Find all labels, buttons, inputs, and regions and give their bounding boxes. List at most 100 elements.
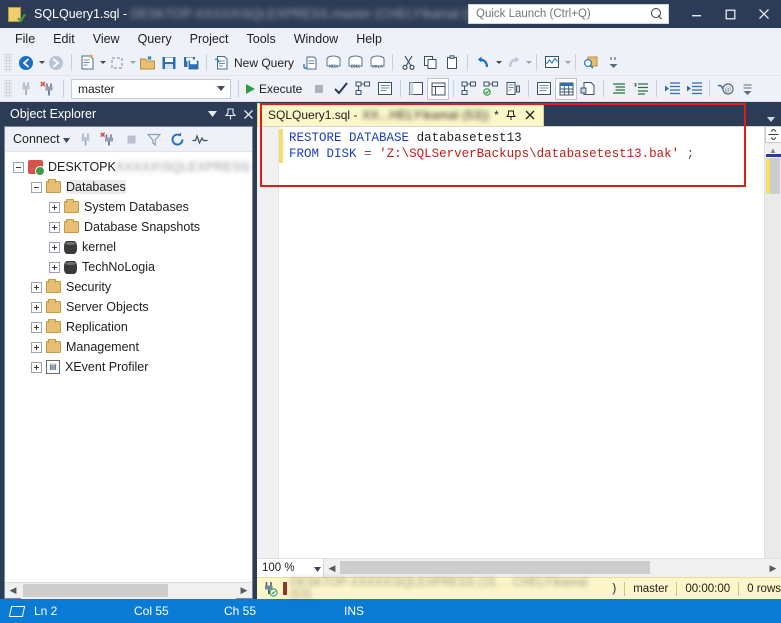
specify-values-icon[interactable]: @ [714, 78, 736, 100]
collapse-toggle-icon[interactable] [31, 181, 42, 193]
include-actual-plan-icon[interactable] [480, 78, 502, 100]
toolbar-grip[interactable] [4, 79, 12, 98]
expand-toggle-icon[interactable] [49, 221, 60, 233]
include-live-query-stats-icon[interactable] [458, 78, 480, 100]
tree-node-security[interactable]: Security [5, 277, 252, 297]
toolbar-grip[interactable] [4, 53, 12, 72]
copy-icon[interactable] [419, 52, 441, 74]
split-editor-icon[interactable] [764, 126, 781, 143]
expand-toggle-icon[interactable] [49, 241, 60, 253]
uncomment-lines-icon[interactable] [630, 78, 652, 100]
scrollbar-thumb[interactable] [23, 583, 168, 597]
object-explorer-tree[interactable]: DESKTOPKXXXXX\SQLEXPRESS (SQL Server Dat… [5, 152, 252, 582]
actual-execution-plan-icon[interactable] [405, 78, 427, 100]
query-connection-icon[interactable] [300, 52, 322, 74]
scroll-right-icon[interactable]: ▶ [765, 560, 781, 576]
tree-node-database-snapshots[interactable]: Database Snapshots [5, 217, 252, 237]
dmx-query-icon[interactable]: DMX [344, 52, 366, 74]
scrollbar-track[interactable] [21, 582, 236, 599]
tree-node-server[interactable]: DESKTOPKXXXXX\SQLEXPRESS (SQL Server [5, 157, 252, 177]
results-to-grid-icon[interactable] [555, 77, 578, 100]
tree-node-replication[interactable]: Replication [5, 317, 252, 337]
redo-dropdown-icon[interactable] [526, 61, 533, 64]
results-to-text-icon[interactable] [533, 78, 555, 100]
close-icon[interactable] [239, 104, 257, 124]
close-icon[interactable] [523, 107, 537, 123]
increase-indent-icon[interactable] [683, 78, 705, 100]
mdx-query-icon[interactable]: MDX [322, 52, 344, 74]
scrollbar-track[interactable] [764, 154, 781, 558]
menu-edit[interactable]: Edit [44, 30, 84, 48]
tree-node-kernel[interactable]: kernel [5, 237, 252, 257]
disconnect-icon[interactable] [37, 78, 59, 100]
results-to-file-icon[interactable] [577, 78, 599, 100]
chevron-down-icon[interactable] [62, 132, 70, 146]
toolbar-overflow-icon[interactable] [736, 78, 758, 100]
tree-node-technologia[interactable]: TechNoLogia [5, 257, 252, 277]
paste-icon[interactable] [441, 52, 463, 74]
scroll-left-icon[interactable]: ◀ [324, 560, 340, 576]
query-options-icon[interactable] [374, 78, 396, 100]
menu-project[interactable]: Project [181, 30, 238, 48]
undo-icon[interactable] [472, 52, 494, 74]
redo-icon[interactable] [502, 52, 524, 74]
expand-toggle-icon[interactable] [31, 281, 42, 293]
tree-node-databases[interactable]: Databases [5, 177, 252, 197]
scrollbar-track[interactable] [340, 560, 765, 576]
expand-toggle-icon[interactable] [49, 261, 60, 273]
sql-code-text[interactable]: RESTORE DATABASE databasetest13 FROM DIS… [283, 127, 764, 558]
tree-node-xevent-profiler[interactable]: ▤ XEvent Profiler [5, 357, 252, 377]
cut-icon[interactable] [397, 52, 419, 74]
close-icon[interactable] [747, 0, 781, 28]
expand-toggle-icon[interactable] [49, 201, 60, 213]
scroll-left-icon[interactable]: ◀ [5, 583, 21, 599]
connect-plug-icon[interactable] [75, 129, 96, 150]
decrease-indent-icon[interactable] [661, 78, 683, 100]
menu-file[interactable]: File [6, 30, 44, 48]
editor-tab-sqlquery1[interactable]: SQLQuery1.sql - XX...HELY\kamal (53)) * [257, 103, 544, 126]
activity-monitor-icon[interactable] [190, 129, 211, 150]
connect-icon[interactable] [15, 78, 37, 100]
editor-surface[interactable]: RESTORE DATABASE databasetest13 FROM DIS… [257, 126, 764, 558]
menu-help[interactable]: Help [347, 30, 391, 48]
save-all-icon[interactable] [180, 52, 202, 74]
chevron-down-icon[interactable] [203, 104, 221, 124]
editor-zoom-selector[interactable]: 100 % [257, 558, 324, 578]
menu-tools[interactable]: Tools [238, 30, 285, 48]
disconnect-plug-icon[interactable] [98, 129, 119, 150]
tree-node-system-databases[interactable]: System Databases [5, 197, 252, 217]
menu-query[interactable]: Query [129, 30, 181, 48]
scrollbar-thumb[interactable] [340, 561, 650, 574]
activity-monitor-icon[interactable] [541, 52, 563, 74]
database-selector[interactable]: master [71, 78, 231, 99]
find-in-files-icon[interactable] [580, 52, 602, 74]
editor-vertical-scrollbar[interactable]: ▲ [764, 126, 781, 558]
expand-toggle-icon[interactable] [31, 361, 42, 373]
maximize-icon[interactable] [713, 0, 747, 28]
open-file-icon[interactable] [106, 52, 128, 74]
editor-horizontal-scrollbar[interactable]: ◀ ▶ [324, 558, 781, 578]
tree-node-management[interactable]: Management [5, 337, 252, 357]
expand-toggle-icon[interactable] [31, 321, 42, 333]
estimated-plan-icon[interactable] [352, 78, 374, 100]
pin-icon[interactable] [504, 107, 518, 123]
stop-icon[interactable] [121, 129, 142, 150]
quick-launch-box[interactable] [468, 4, 669, 24]
comment-lines-icon[interactable] [608, 78, 630, 100]
save-icon[interactable] [158, 52, 180, 74]
menu-view[interactable]: View [84, 30, 129, 48]
scroll-right-icon[interactable]: ▶ [236, 583, 252, 599]
parse-check-icon[interactable] [330, 78, 352, 100]
object-explorer-horizontal-scrollbar[interactable]: ◀ ▶ [5, 582, 252, 599]
navigate-back-icon[interactable] [15, 52, 37, 74]
query-statistics-icon[interactable] [502, 78, 524, 100]
filter-funnel-icon[interactable] [144, 129, 165, 150]
new-query-button[interactable]: New Query [211, 52, 300, 74]
chevron-down-icon[interactable] [767, 117, 775, 122]
collapse-toggle-icon[interactable] [13, 161, 24, 173]
execute-button[interactable]: Execute [243, 78, 308, 100]
navigate-forward-icon[interactable] [45, 52, 67, 74]
expand-toggle-icon[interactable] [31, 341, 42, 353]
open-folder-icon[interactable] [136, 52, 158, 74]
connect-button[interactable]: Connect [10, 132, 73, 146]
